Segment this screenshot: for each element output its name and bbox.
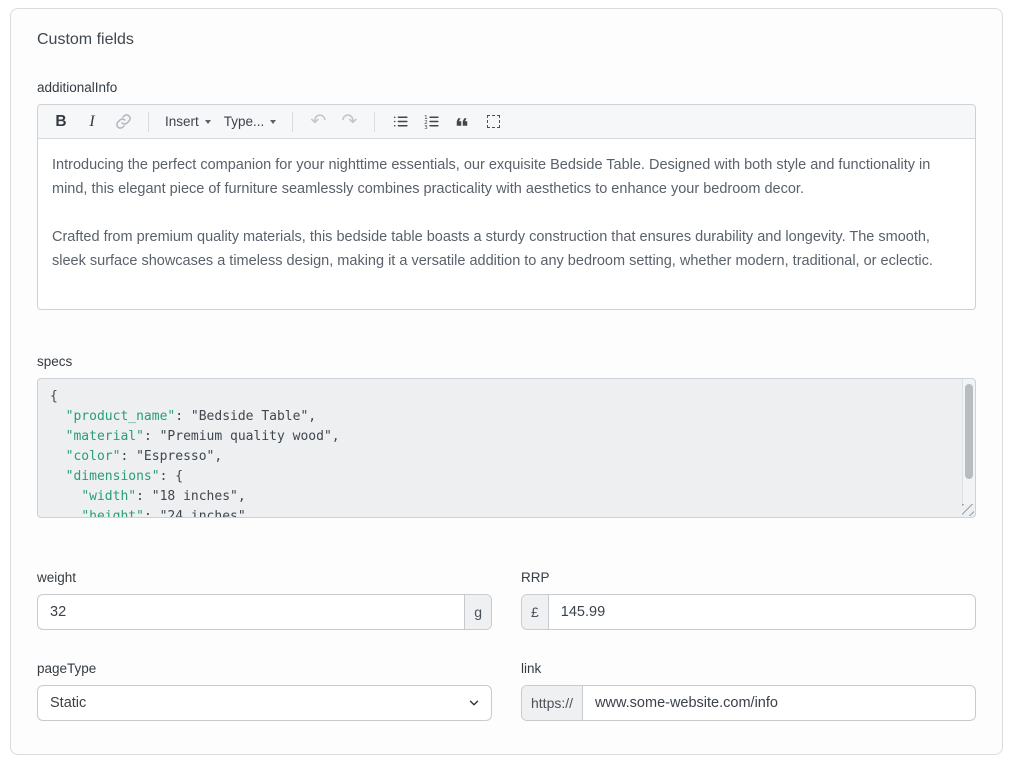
resize-handle-icon[interactable] — [962, 504, 974, 516]
type-dropdown-label: Type... — [224, 114, 265, 129]
toolbar-divider — [148, 112, 149, 132]
code-line: "width": "18 inches", — [50, 487, 951, 507]
page-title: Custom fields — [37, 31, 976, 49]
specs-label: specs — [37, 354, 976, 369]
link-field-group: link https:// — [521, 661, 976, 721]
dashed-square-icon — [487, 115, 500, 128]
code-line: { — [50, 387, 951, 407]
rrp-label: RRP — [521, 570, 976, 585]
protocol-addon: https:// — [522, 686, 583, 720]
svg-text:3: 3 — [424, 125, 428, 130]
redo-icon: ↷ — [341, 112, 357, 131]
toolbar-divider — [374, 112, 375, 132]
redo-button[interactable]: ↷ — [340, 110, 358, 134]
custom-fields-card: Custom fields additionalInfo B I — [10, 8, 1003, 755]
chevron-down-icon — [270, 120, 276, 124]
unordered-list-button[interactable] — [391, 110, 409, 134]
additional-info-section: additionalInfo B I Insert — [37, 80, 976, 310]
code-line: "material": "Premium quality wood", — [50, 427, 951, 447]
specs-section: specs { "product_name": "Bedside Table",… — [37, 354, 976, 518]
rich-text-editor: B I Insert Type... — [37, 104, 976, 310]
ordered-list-button[interactable]: 1 2 3 — [422, 110, 440, 134]
link-icon — [115, 113, 132, 130]
currency-addon: £ — [522, 595, 549, 629]
rich-text-toolbar: B I Insert Type... — [38, 105, 975, 139]
specs-code-content: { "product_name": "Bedside Table", "mate… — [50, 387, 951, 518]
bulleted-list-icon — [392, 113, 409, 130]
italic-button[interactable]: I — [83, 110, 101, 134]
chevron-down-icon — [205, 120, 211, 124]
type-dropdown[interactable]: Type... — [224, 110, 277, 134]
insert-dropdown-label: Insert — [165, 114, 199, 129]
link-label: link — [521, 661, 976, 676]
paragraph: Crafted from premium quality materials, … — [52, 225, 961, 273]
rrp-field-group: RRP £ — [521, 570, 976, 630]
weight-label: weight — [37, 570, 492, 585]
page-type-select[interactable]: Static — [38, 686, 491, 720]
code-line: "color": "Espresso", — [50, 447, 951, 467]
weight-field-group: weight g — [37, 570, 492, 630]
link-input[interactable] — [583, 686, 975, 720]
paragraph: Introducing the perfect companion for yo… — [52, 153, 961, 201]
blockquote-button[interactable] — [453, 110, 471, 134]
toolbar-divider — [292, 112, 293, 132]
scrollbar-thumb[interactable] — [965, 384, 973, 479]
additional-info-label: additionalInfo — [37, 80, 976, 95]
embed-frame-button[interactable] — [484, 110, 502, 134]
field-grid: weight g RRP £ pageType Static — [37, 570, 976, 721]
link-button[interactable] — [114, 110, 132, 134]
bold-button[interactable]: B — [52, 110, 70, 134]
vertical-scrollbar[interactable] — [962, 379, 975, 504]
page-type-label: pageType — [37, 661, 492, 676]
undo-icon: ↶ — [310, 112, 326, 131]
blockquote-icon — [453, 113, 471, 131]
insert-dropdown[interactable]: Insert — [165, 110, 211, 134]
rich-text-content[interactable]: Introducing the perfect companion for yo… — [38, 139, 975, 309]
code-line: "dimensions": { — [50, 467, 951, 487]
rrp-input[interactable] — [549, 595, 975, 629]
page-type-field-group: pageType Static — [37, 661, 492, 721]
code-line: "product_name": "Bedside Table", — [50, 407, 951, 427]
undo-button[interactable]: ↶ — [309, 110, 327, 134]
code-line: "height": "24 inches", — [50, 507, 951, 518]
weight-unit-addon: g — [464, 595, 491, 629]
numbered-list-icon: 1 2 3 — [423, 113, 440, 130]
specs-code-textarea[interactable]: { "product_name": "Bedside Table", "mate… — [37, 378, 976, 518]
weight-input[interactable] — [38, 595, 464, 629]
